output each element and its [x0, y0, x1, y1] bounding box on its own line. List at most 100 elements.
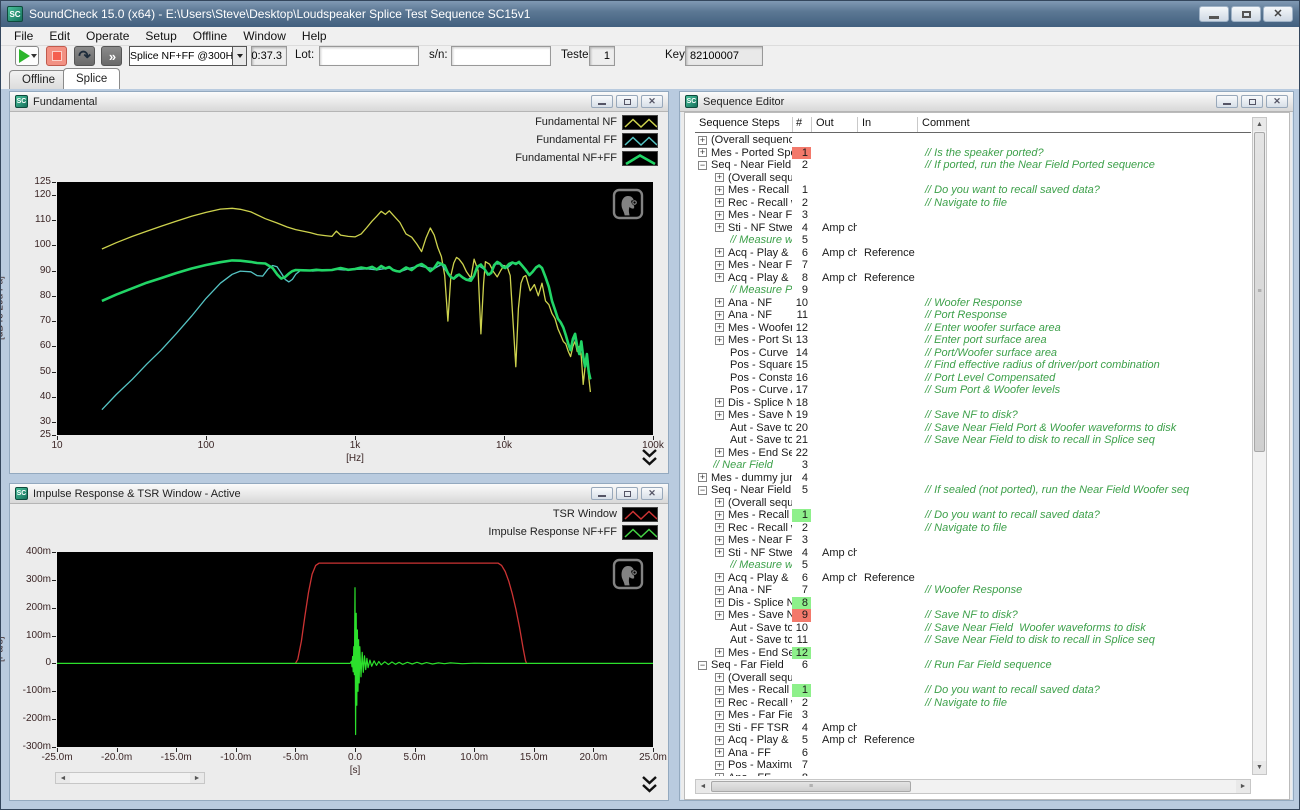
scroll-right-icon[interactable]: ►	[1236, 780, 1250, 793]
sequence-step-row[interactable]: +Mes - dummy jump4	[695, 472, 1251, 485]
tab-splice[interactable]: Splice	[63, 68, 120, 89]
sequence-step-row[interactable]: +Mes - End Seq22	[695, 447, 1251, 460]
panel-minimize-button[interactable]	[591, 95, 613, 108]
sequence-step-row[interactable]: +Mes - Port Surface13// Enter port surfa…	[695, 334, 1251, 347]
sequence-step-row[interactable]: +Acq - Play & Reco8Amp ch 1Reference Mic	[695, 272, 1251, 285]
sequence-step-row[interactable]: // Measure woofer5	[695, 559, 1251, 572]
panel-minimize-button[interactable]	[1216, 95, 1238, 108]
fundamental-chart[interactable]: 1251201101009080706050403025101001k10k10…	[10, 112, 668, 473]
fast-forward-button[interactable]: »	[101, 46, 122, 66]
sequence-h-scrollbar[interactable]: ◄ ≡ ►	[695, 779, 1251, 794]
menu-item-offline[interactable]: Offline	[185, 28, 235, 44]
sequence-step-row[interactable]: +Rec - Recall wavef2// Navigate to file	[695, 697, 1251, 710]
menu-item-file[interactable]: File	[6, 28, 41, 44]
panel-maximize-button[interactable]	[616, 95, 638, 108]
expand-chevrons-button[interactable]	[641, 448, 658, 473]
sequence-step-row[interactable]: Pos - Constant Mu16// Port Level Compens…	[695, 372, 1251, 385]
scroll-up-icon[interactable]: ▲	[1253, 118, 1266, 131]
expand-icon[interactable]: +	[715, 223, 724, 232]
panel-minimize-button[interactable]	[591, 487, 613, 500]
sequence-step-row[interactable]: +Pos - Maximum7	[695, 759, 1251, 772]
sequence-step-row[interactable]: +Rec - Recall wavef2// Navigate to file	[695, 522, 1251, 535]
expand-icon[interactable]: +	[715, 536, 724, 545]
expand-icon[interactable]: +	[698, 148, 707, 157]
expand-icon[interactable]: +	[715, 411, 724, 420]
sequence-step-row[interactable]: +Ana - NF11// Port Response	[695, 309, 1251, 322]
expand-icon[interactable]: +	[715, 548, 724, 557]
sequence-step-row[interactable]: −Seq - Near Field Woo5// If sealed (not …	[695, 484, 1251, 497]
sequence-step-row[interactable]: +Mes - Recall NF Pc1// Do you want to re…	[695, 184, 1251, 197]
panel-maximize-button[interactable]	[616, 487, 638, 500]
sequence-step-row[interactable]: +(Overall sequence)	[695, 134, 1251, 147]
column-header-in[interactable]: In	[857, 117, 917, 132]
sequence-step-row[interactable]: −Seq - Near Field Porte2// If ported, ru…	[695, 159, 1251, 172]
expand-icon[interactable]: +	[715, 673, 724, 682]
sequence-step-row[interactable]: +Mes - Near Field P7	[695, 259, 1251, 272]
sequence-step-row[interactable]: +Ana - NF10// Woofer Response	[695, 297, 1251, 310]
sequence-step-row[interactable]: +Dis - Splice NFP18	[695, 397, 1251, 410]
expand-icon[interactable]: +	[715, 448, 724, 457]
expand-icon[interactable]: +	[715, 323, 724, 332]
expand-icon[interactable]: +	[715, 773, 724, 776]
sequence-step-row[interactable]: Aut - Save to Wfm10// Save Near Field Wo…	[695, 622, 1251, 635]
sequence-step-row[interactable]: // Near Field3	[695, 459, 1251, 472]
column-header-steps[interactable]: Sequence Steps	[695, 117, 792, 132]
sequence-step-row[interactable]: Aut - Save to Dat11// Save Near Field to…	[695, 634, 1251, 647]
sequence-step-row[interactable]: +Acq - Play & Reco6Amp ch 1Reference Mic	[695, 572, 1251, 585]
expand-icon[interactable]: +	[715, 261, 724, 270]
expand-icon[interactable]: +	[715, 398, 724, 407]
sequence-step-row[interactable]: +Mes - Recall NF W1// Do you want to rec…	[695, 509, 1251, 522]
tab-offline[interactable]: Offline	[9, 70, 68, 89]
expand-icon[interactable]: +	[715, 298, 724, 307]
expand-icon[interactable]: +	[715, 498, 724, 507]
expand-icon[interactable]: +	[698, 473, 707, 482]
expand-icon[interactable]: +	[715, 211, 724, 220]
expand-icon[interactable]: +	[715, 248, 724, 257]
collapse-icon[interactable]: −	[698, 661, 707, 670]
expand-icon[interactable]: +	[715, 198, 724, 207]
expand-icon[interactable]: +	[715, 648, 724, 657]
sequence-step-row[interactable]: +Mes - Woofer Surf12// Enter woofer surf…	[695, 322, 1251, 335]
expand-icon[interactable]: +	[715, 748, 724, 757]
column-header-out[interactable]: Out	[811, 117, 857, 132]
sequence-step-row[interactable]: +Ana - FF8	[695, 772, 1251, 777]
lot-input[interactable]	[319, 46, 419, 66]
expand-icon[interactable]: +	[715, 573, 724, 582]
expand-icon[interactable]: +	[715, 723, 724, 732]
collapse-icon[interactable]: −	[698, 486, 707, 495]
collapse-icon[interactable]: −	[698, 161, 707, 170]
menu-item-help[interactable]: Help	[294, 28, 335, 44]
sequence-step-row[interactable]: +Ana - FF6	[695, 747, 1251, 760]
sequence-step-row[interactable]: Pos - Curve Additi17// Sum Port & Woofer…	[695, 384, 1251, 397]
expand-icon[interactable]: +	[715, 761, 724, 770]
panel-maximize-button[interactable]	[1241, 95, 1263, 108]
scroll-left-icon[interactable]: ◄	[696, 780, 710, 793]
fundamental-plot-area[interactable]	[57, 182, 653, 435]
impulse-plot-area[interactable]	[57, 552, 653, 747]
sequence-step-row[interactable]: +(Overall sequence)	[695, 497, 1251, 510]
rerun-button[interactable]: ↷	[74, 46, 95, 66]
impulse-chart[interactable]: 400m300m200m100m0-100m-200m-300m-25.0m-2…	[10, 504, 668, 800]
menu-item-operate[interactable]: Operate	[78, 28, 137, 44]
sequence-step-row[interactable]: +Mes - End Seq12	[695, 647, 1251, 660]
sequence-step-row[interactable]: +Ana - NF7// Woofer Response	[695, 584, 1251, 597]
scroll-right-icon[interactable]: ►	[190, 773, 204, 783]
menu-item-edit[interactable]: Edit	[41, 28, 78, 44]
column-header-num[interactable]: #	[792, 117, 811, 132]
menu-item-window[interactable]: Window	[235, 28, 294, 44]
sequence-step-row[interactable]: // Measure Port9	[695, 284, 1251, 297]
sequence-step-row[interactable]: +Sti - NF Stweep4Amp ch 1	[695, 222, 1251, 235]
sequence-step-row[interactable]: +Mes - Near Field W3	[695, 534, 1251, 547]
sequence-step-row[interactable]: +Mes - Near Field W3	[695, 209, 1251, 222]
expand-icon[interactable]: +	[715, 173, 724, 182]
run-sequence-button[interactable]	[15, 46, 39, 66]
expand-icon[interactable]: +	[715, 586, 724, 595]
panel-close-button[interactable]: ✕	[1266, 95, 1288, 108]
combo-arrow-button[interactable]	[232, 47, 246, 65]
sequence-step-row[interactable]: +Mes - Recall FF da1// Do you want to re…	[695, 684, 1251, 697]
sequence-v-scrollbar[interactable]: ▲ ≡ ▼	[1252, 117, 1267, 775]
expand-icon[interactable]: +	[698, 136, 707, 145]
column-header-comment[interactable]: Comment	[917, 117, 1251, 132]
sequence-step-row[interactable]: +(Overall sequence)	[695, 672, 1251, 685]
scroll-left-icon[interactable]: ◄	[56, 773, 70, 783]
